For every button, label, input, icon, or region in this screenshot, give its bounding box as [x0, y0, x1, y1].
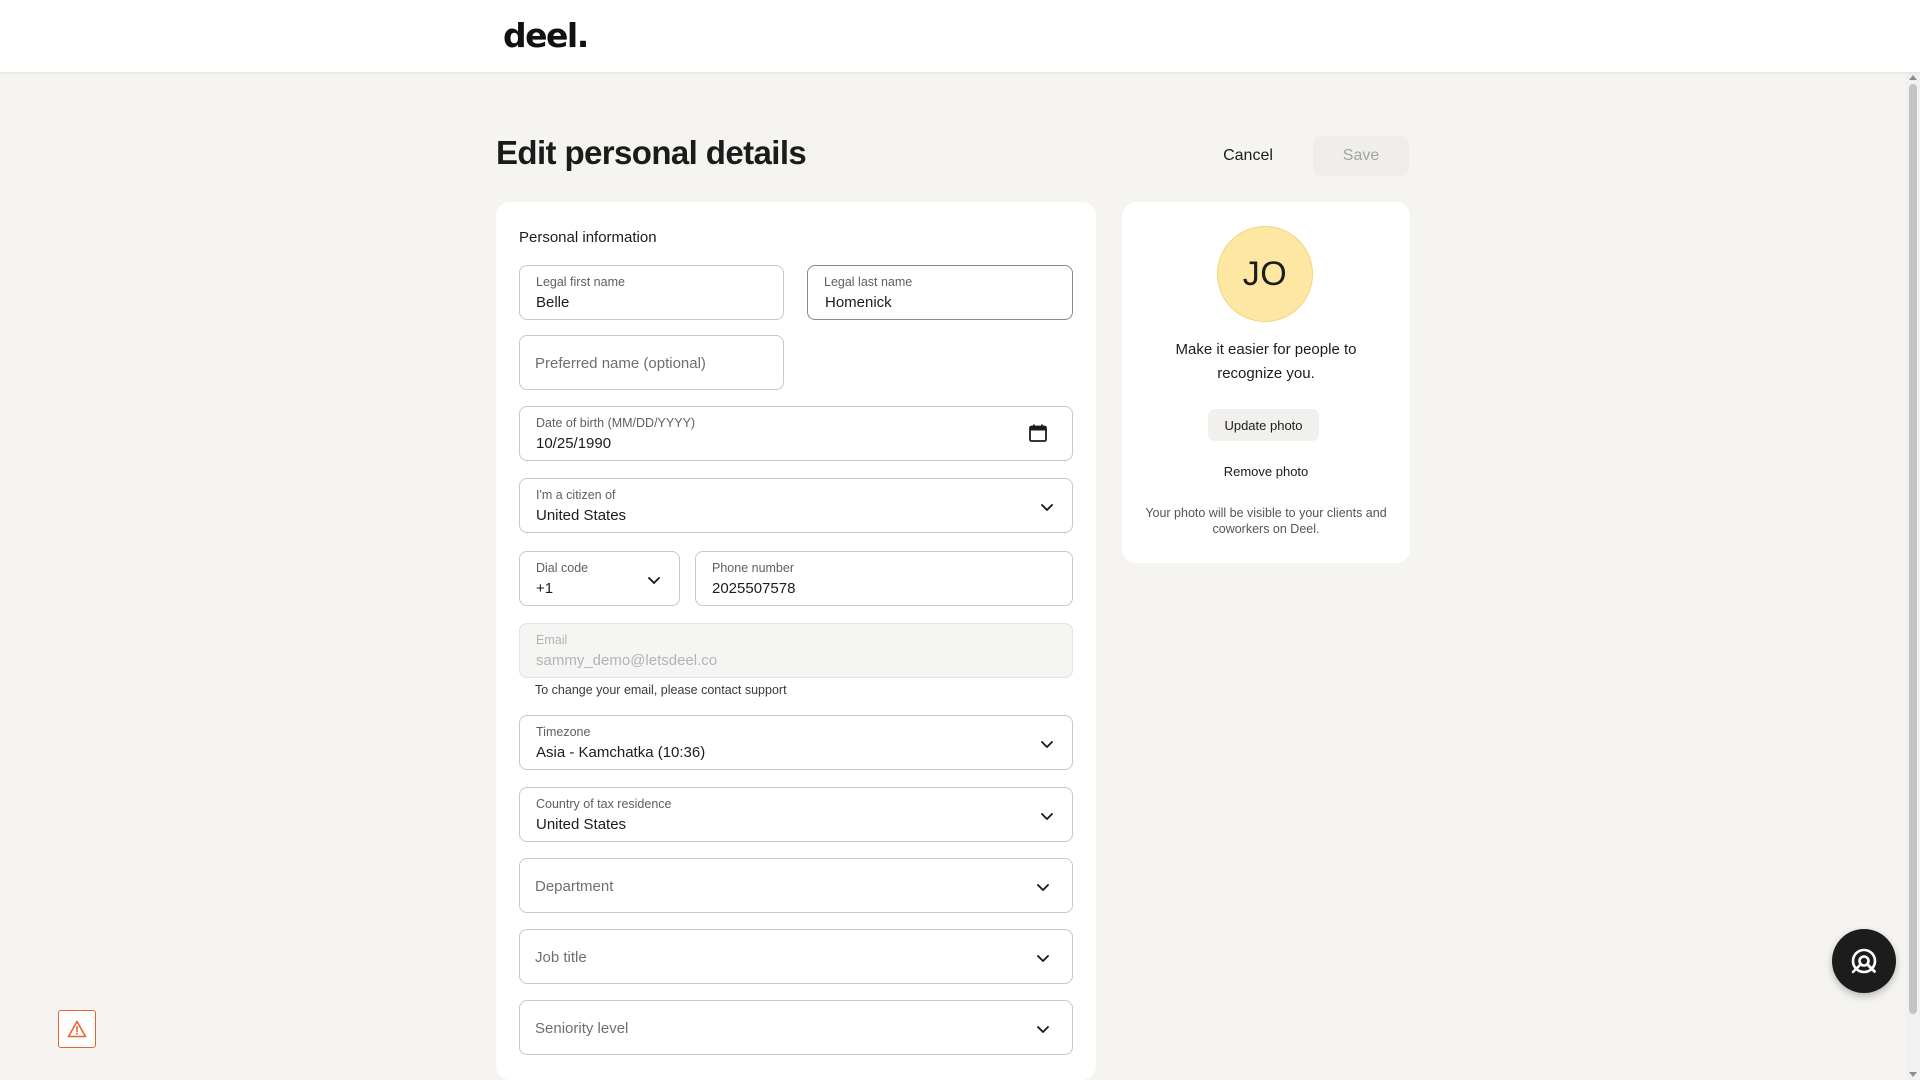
dial-code-value: +1 — [536, 580, 554, 597]
tax-residence-value: United States — [536, 816, 627, 833]
citizenship-value: United States — [536, 507, 627, 524]
top-navbar: deel. — [0, 0, 1920, 72]
save-button[interactable]: Save — [1313, 136, 1409, 176]
cancel-button[interactable]: Cancel — [1200, 137, 1296, 175]
dob-label: Date of birth (MM/DD/YYYY) — [536, 416, 696, 430]
last-name-value[interactable]: Homenick — [825, 294, 892, 311]
citizenship-select[interactable]: I'm a citizen of United States — [519, 478, 1073, 533]
chevron-down-icon[interactable] — [1039, 499, 1055, 515]
first-name-field[interactable]: Legal first name Belle — [519, 265, 784, 320]
citizenship-label: I'm a citizen of — [536, 488, 616, 502]
tax-residence-label: Country of tax residence — [536, 797, 672, 811]
job-title-select[interactable]: Job title — [519, 929, 1073, 984]
email-helper-text: To change your email, please contact sup… — [535, 683, 787, 697]
warning-button[interactable] — [58, 1010, 96, 1048]
warning-triangle-icon — [67, 1020, 87, 1038]
timezone-value: Asia - Kamchatka (10:36) — [536, 744, 706, 761]
first-name-label: Legal first name — [536, 275, 625, 289]
tax-residence-select[interactable]: Country of tax residence United States — [519, 787, 1073, 842]
timezone-select[interactable]: Timezone Asia - Kamchatka (10:36) — [519, 715, 1073, 770]
page-title: Edit personal details — [496, 134, 807, 171]
phone-number-label: Phone number — [712, 561, 795, 575]
dob-field[interactable]: Date of birth (MM/DD/YYYY) 10/25/1990 — [519, 406, 1073, 461]
phone-number-field[interactable]: Phone number 2025507578 — [695, 551, 1073, 606]
dial-code-label: Dial code — [536, 561, 589, 575]
chevron-down-icon[interactable] — [1035, 1021, 1051, 1037]
dob-value[interactable]: 10/25/1990 — [536, 435, 611, 452]
chevron-down-icon[interactable] — [1039, 736, 1055, 752]
phone-number-value[interactable]: 2025507578 — [712, 580, 795, 597]
update-photo-button[interactable]: Update photo — [1208, 409, 1319, 441]
department-placeholder: Department — [535, 878, 614, 895]
scroll-thumb[interactable] — [1909, 84, 1917, 1014]
last-name-field[interactable]: Legal last name Homenick — [807, 265, 1073, 320]
email-value: sammy_demo@letsdeel.co — [536, 652, 718, 669]
preferred-name-placeholder: Preferred name (optional) — [535, 355, 706, 372]
photo-headline: Make it easier for people to recognize y… — [1175, 341, 1357, 382]
personal-info-card: Personal information Legal first name Be… — [496, 202, 1096, 1080]
chevron-down-icon[interactable] — [1039, 808, 1055, 824]
chevron-down-icon[interactable] — [646, 572, 662, 588]
profile-photo-card: JO Make it easier for people to recogniz… — [1122, 202, 1410, 563]
photo-visibility-note: Your photo will be visible to your clien… — [1145, 506, 1387, 536]
calendar-icon[interactable] — [1028, 423, 1048, 443]
preferred-name-field[interactable]: Preferred name (optional) — [519, 335, 784, 390]
remove-photo-button[interactable]: Remove photo — [1208, 457, 1324, 485]
section-title: Personal information — [519, 229, 657, 246]
chevron-down-icon[interactable] — [1035, 950, 1051, 966]
job-title-placeholder: Job title — [535, 949, 587, 966]
email-label: Email — [536, 633, 568, 647]
scroll-up-arrow[interactable] — [1909, 75, 1917, 80]
scroll-down-arrow[interactable] — [1909, 1072, 1917, 1077]
timezone-label: Timezone — [536, 725, 591, 739]
avatar: JO — [1217, 226, 1313, 322]
dial-code-select[interactable]: Dial code +1 — [519, 551, 680, 606]
seniority-placeholder: Seniority level — [535, 1020, 629, 1037]
support-search-icon — [1851, 948, 1877, 974]
email-field: Email sammy_demo@letsdeel.co — [519, 623, 1073, 678]
seniority-select[interactable]: Seniority level — [519, 1000, 1073, 1055]
department-select[interactable]: Department — [519, 858, 1073, 913]
last-name-label: Legal last name — [824, 275, 913, 289]
support-search-button[interactable] — [1832, 929, 1896, 993]
deel-logo[interactable]: deel. — [503, 16, 589, 55]
page-scrollbar[interactable] — [1906, 72, 1920, 1080]
first-name-value[interactable]: Belle — [536, 294, 569, 311]
chevron-down-icon[interactable] — [1035, 879, 1051, 895]
